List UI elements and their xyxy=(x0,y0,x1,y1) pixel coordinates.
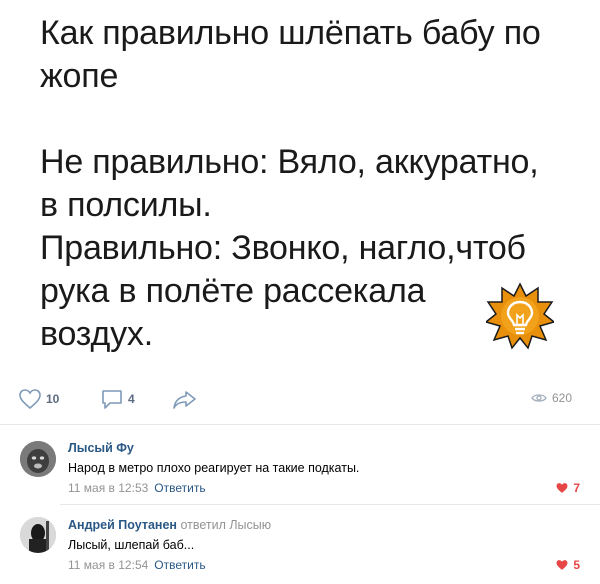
share-icon xyxy=(173,391,196,409)
comment-count: 4 xyxy=(128,392,135,406)
share-button[interactable] xyxy=(172,388,198,410)
comment-button[interactable]: 4 xyxy=(100,388,135,410)
post-line: Не правильно: Вяло, аккуратно, xyxy=(40,143,539,181)
post-line-gap xyxy=(40,98,580,141)
comment-like-count: 5 xyxy=(573,558,580,572)
comment-author-name[interactable]: Андрей Поутанен xyxy=(68,518,177,532)
avatar[interactable] xyxy=(20,517,56,553)
comment-meta: 11 мая в 12:54 Ответить xyxy=(68,558,206,572)
post-line: жопе xyxy=(40,57,119,95)
heart-filled-icon xyxy=(556,483,568,493)
eye-icon xyxy=(531,394,547,402)
comment-author-name[interactable]: Лысый Фу xyxy=(68,441,134,455)
like-count: 10 xyxy=(46,392,60,406)
lightbulb-icon xyxy=(484,282,556,350)
avatar[interactable] xyxy=(20,441,56,477)
heart-icon xyxy=(19,389,41,410)
comment-time[interactable]: 11 мая в 12:54 xyxy=(68,558,148,572)
comment-time[interactable]: 11 мая в 12:53 xyxy=(68,481,148,495)
comment-icon xyxy=(102,390,122,409)
reply-button[interactable]: Ответить xyxy=(154,481,205,495)
comment-text: Лысый, шлепай баб... xyxy=(68,538,195,552)
views-count: 620 xyxy=(551,391,572,405)
post-line: в полсилы. xyxy=(40,186,212,224)
post-line: Как правильно шлёпать бабу по xyxy=(40,14,541,52)
post-line: Правильно: Звонко, нагло,чтоб xyxy=(40,229,526,267)
comment-author[interactable]: Андрей Поутанен ответил Лысыю xyxy=(68,518,271,532)
like-button[interactable]: 10 xyxy=(18,388,59,410)
comment-like-button[interactable]: 7 xyxy=(555,481,580,495)
reply-button[interactable]: Ответить xyxy=(154,558,205,572)
comment-text: Народ в метро плохо реагирует на такие п… xyxy=(68,461,360,475)
comment-author[interactable]: Лысый Фу xyxy=(68,441,134,455)
comment-item: Андрей Поутанен ответил Лысыю Лысый, шле… xyxy=(0,505,600,584)
comment-meta: 11 мая в 12:53 Ответить xyxy=(68,481,206,495)
heart-filled-icon xyxy=(556,560,568,570)
comment-item: Лысый Фу Народ в метро плохо реагирует н… xyxy=(0,425,600,505)
reply-to-label[interactable]: ответил Лысыю xyxy=(180,518,271,532)
comment-like-button[interactable]: 5 xyxy=(555,558,580,572)
comment-like-count: 7 xyxy=(573,481,580,495)
post-actions-bar: 10 4 620 xyxy=(0,382,600,418)
views-counter: 620 xyxy=(531,391,572,405)
